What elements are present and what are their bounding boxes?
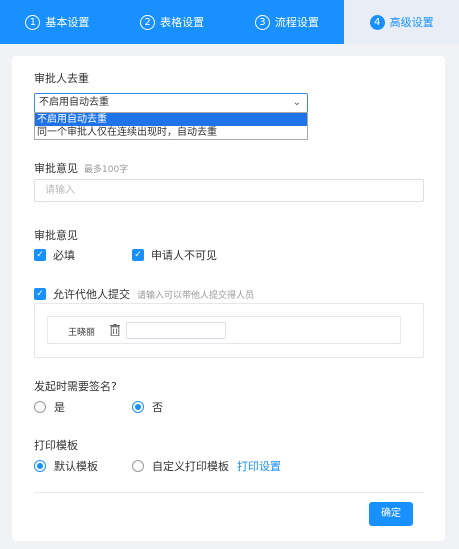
- tab-advanced-settings[interactable]: 4 高级设置: [344, 0, 459, 44]
- applicant-hidden-checkbox[interactable]: ✓ 申请人不可见: [132, 247, 217, 263]
- dedupe-select[interactable]: 不启用自动去重 ⌄: [34, 93, 308, 113]
- tab-basic-settings[interactable]: 1 基本设置: [0, 0, 115, 44]
- divider: [34, 492, 424, 493]
- agent-panel: 王晓丽: [34, 303, 424, 358]
- print-custom-radio[interactable]: 自定义打印模板: [132, 458, 229, 474]
- check-icon: ✓: [34, 249, 46, 261]
- radio-checked-icon: [34, 460, 46, 472]
- agent-name: 王晓丽: [68, 328, 96, 338]
- step-number: 1: [25, 14, 41, 30]
- print-custom-label: 自定义打印模板: [152, 460, 229, 473]
- applicant-hidden-label: 申请人不可见: [151, 249, 217, 262]
- trash-icon[interactable]: [110, 324, 120, 336]
- tab-label: 高级设置: [389, 16, 434, 29]
- opinion-label-text: 审批意见: [34, 162, 78, 175]
- required-checkbox[interactable]: ✓ 必填: [34, 247, 75, 263]
- agent-input[interactable]: [126, 322, 226, 339]
- opinion-hint: 最多100字: [84, 165, 129, 175]
- signature-no-radio[interactable]: 否: [132, 399, 163, 415]
- opinion-placeholder: 请输入: [45, 185, 75, 196]
- settings-card: 审批人去重 不启用自动去重 ⌄ 不启用自动去重 同一个审批人仅在连续出现时，自动…: [12, 56, 445, 541]
- step-number: 4: [369, 14, 385, 30]
- step-number: 2: [140, 14, 156, 30]
- signature-yes-label: 是: [54, 401, 65, 414]
- tab-label: 表格设置: [160, 16, 205, 29]
- agent-checkbox[interactable]: ✓ 允许代他人提交 请输入可以带他人提交得人员: [34, 286, 254, 302]
- print-default-label: 默认模板: [54, 460, 98, 473]
- dedupe-dropdown: 不启用自动去重 同一个审批人仅在连续出现时，自动去重: [34, 112, 308, 140]
- radio-icon: [132, 460, 144, 472]
- step-tabs: 1 基本设置 2 表格设置 3 流程设置 4 高级设置: [0, 0, 459, 44]
- dedupe-option[interactable]: 不启用自动去重: [35, 113, 307, 126]
- agent-row: 王晓丽: [47, 316, 401, 344]
- radio-checked-icon: [132, 401, 144, 413]
- chevron-down-icon: ⌄: [292, 97, 301, 108]
- opinion-label: 审批意见 最多100字: [34, 160, 128, 176]
- agent-hint: 请输入可以带他人提交得人员: [137, 290, 255, 301]
- agent-label: 允许代他人提交: [53, 288, 130, 301]
- tab-form-settings[interactable]: 2 表格设置: [115, 0, 230, 44]
- opinion2-label: 审批意见: [34, 229, 78, 242]
- check-icon: ✓: [132, 249, 144, 261]
- tab-label: 流程设置: [274, 16, 319, 29]
- print-label: 打印模板: [34, 439, 78, 452]
- confirm-button[interactable]: 确定: [369, 502, 413, 526]
- signature-yes-radio[interactable]: 是: [34, 399, 65, 415]
- tab-flow-settings[interactable]: 3 流程设置: [230, 0, 345, 44]
- radio-icon: [34, 401, 46, 413]
- signature-label: 发起时需要签名?: [34, 380, 117, 393]
- check-icon: ✓: [34, 288, 46, 300]
- dedupe-label: 审批人去重: [34, 72, 89, 85]
- print-default-radio[interactable]: 默认模板: [34, 458, 98, 474]
- print-settings-link[interactable]: 打印设置: [237, 458, 281, 474]
- dedupe-option[interactable]: 同一个审批人仅在连续出现时，自动去重: [35, 126, 307, 139]
- tab-label: 基本设置: [45, 16, 90, 29]
- step-number: 3: [254, 14, 270, 30]
- opinion-input[interactable]: 请输入: [34, 179, 424, 202]
- required-label: 必填: [53, 249, 75, 262]
- dedupe-selected-value: 不启用自动去重: [39, 97, 109, 108]
- signature-no-label: 否: [152, 401, 163, 414]
